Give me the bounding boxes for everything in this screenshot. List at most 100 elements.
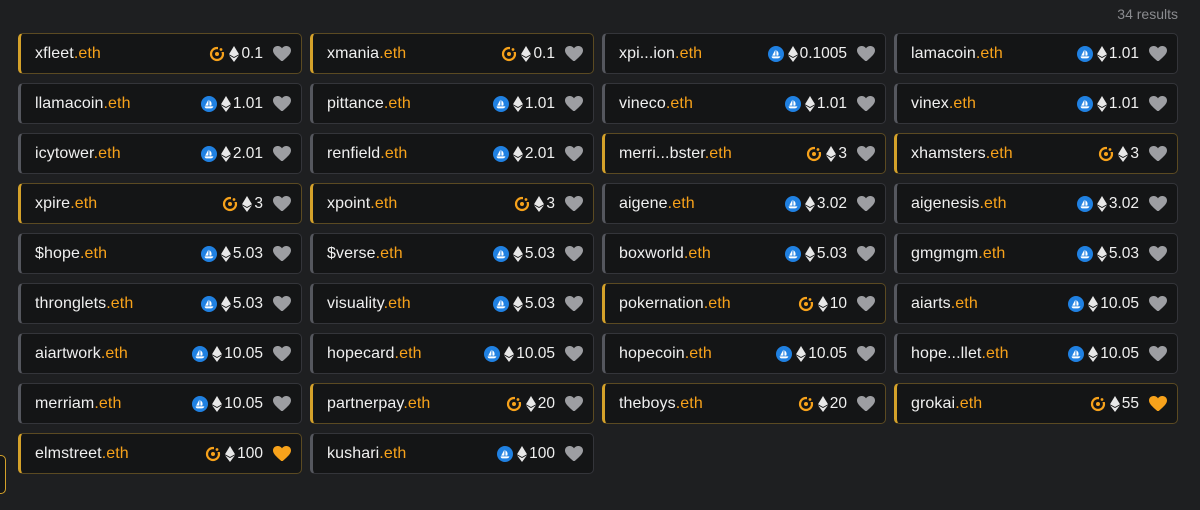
domain-name[interactable]: merriam.eth	[35, 395, 192, 413]
domain-name[interactable]: icytower.eth	[35, 145, 201, 163]
favorite-heart-icon[interactable]	[1149, 45, 1167, 62]
favorite-heart-icon[interactable]	[1149, 195, 1167, 212]
listing-card[interactable]: hope...llet.eth 10.05	[894, 333, 1178, 374]
listing-card[interactable]: $hope.eth 5.03	[18, 233, 302, 274]
listing-card[interactable]: aiartwork.eth 10.05	[18, 333, 302, 374]
domain-name[interactable]: xpire.eth	[35, 195, 222, 213]
favorite-heart-icon[interactable]	[857, 395, 875, 412]
favorite-heart-icon[interactable]	[857, 295, 875, 312]
favorite-heart-icon[interactable]	[273, 345, 291, 362]
favorite-heart-icon[interactable]	[565, 45, 583, 62]
favorite-heart-icon[interactable]	[857, 195, 875, 212]
domain-name[interactable]: renfield.eth	[327, 145, 493, 163]
listing-card[interactable]: pokernation.eth 10	[602, 283, 886, 324]
listing-card[interactable]: merriam.eth 10.05	[18, 383, 302, 424]
favorite-heart-icon[interactable]	[1149, 345, 1167, 362]
favorite-heart-icon[interactable]	[1149, 95, 1167, 112]
domain-name[interactable]: $verse.eth	[327, 245, 493, 263]
favorite-heart-icon[interactable]	[1149, 295, 1167, 312]
domain-name[interactable]: gmgmgm.eth	[911, 245, 1077, 263]
listing-card[interactable]: boxworld.eth 5.03	[602, 233, 886, 274]
domain-name[interactable]: hope...llet.eth	[911, 345, 1068, 363]
listing-card[interactable]: xfleet.eth 0.1	[18, 33, 302, 74]
listing-card[interactable]: aigenesis.eth 3.02	[894, 183, 1178, 224]
listing-card[interactable]: aiarts.eth 10.05	[894, 283, 1178, 324]
favorite-heart-icon[interactable]	[857, 145, 875, 162]
favorite-heart-icon[interactable]	[273, 245, 291, 262]
listing-card[interactable]: elmstreet.eth 100	[18, 433, 302, 474]
listing-card[interactable]: theboys.eth 20	[602, 383, 886, 424]
side-panel-toggle[interactable]	[0, 455, 6, 494]
favorite-heart-icon[interactable]	[1149, 245, 1167, 262]
domain-name[interactable]: hopecoin.eth	[619, 345, 776, 363]
domain-name[interactable]: visuality.eth	[327, 295, 493, 313]
domain-name[interactable]: $hope.eth	[35, 245, 201, 263]
domain-name[interactable]: merri...bster.eth	[619, 145, 806, 163]
favorite-heart-icon[interactable]	[857, 95, 875, 112]
domain-name[interactable]: lamacoin.eth	[911, 45, 1077, 63]
domain-name[interactable]: aiartwork.eth	[35, 345, 192, 363]
listing-card[interactable]: xhamsters.eth 3	[894, 133, 1178, 174]
domain-name[interactable]: hopecard.eth	[327, 345, 484, 363]
favorite-heart-icon[interactable]	[565, 95, 583, 112]
favorite-heart-icon[interactable]	[273, 445, 291, 462]
domain-name[interactable]: elmstreet.eth	[35, 445, 205, 463]
favorite-heart-icon[interactable]	[857, 45, 875, 62]
favorite-heart-icon[interactable]	[565, 145, 583, 162]
favorite-heart-icon[interactable]	[273, 295, 291, 312]
domain-name[interactable]: pittance.eth	[327, 95, 493, 113]
domain-name[interactable]: xfleet.eth	[35, 45, 209, 63]
listing-card[interactable]: merri...bster.eth 3	[602, 133, 886, 174]
listing-card[interactable]: llamacoin.eth 1.01	[18, 83, 302, 124]
listing-card[interactable]: visuality.eth 5.03	[310, 283, 594, 324]
domain-name[interactable]: vinex.eth	[911, 95, 1077, 113]
domain-name[interactable]: boxworld.eth	[619, 245, 785, 263]
listing-card[interactable]: xpoint.eth 3	[310, 183, 594, 224]
listing-card[interactable]: icytower.eth 2.01	[18, 133, 302, 174]
listing-card[interactable]: kushari.eth 100	[310, 433, 594, 474]
favorite-heart-icon[interactable]	[1149, 395, 1167, 412]
domain-name[interactable]: thronglets.eth	[35, 295, 201, 313]
domain-name[interactable]: llamacoin.eth	[35, 95, 201, 113]
listing-card[interactable]: aigene.eth 3.02	[602, 183, 886, 224]
listing-card[interactable]: grokai.eth 55	[894, 383, 1178, 424]
listing-card[interactable]: renfield.eth 2.01	[310, 133, 594, 174]
listing-card[interactable]: pittance.eth 1.01	[310, 83, 594, 124]
favorite-heart-icon[interactable]	[565, 445, 583, 462]
favorite-heart-icon[interactable]	[565, 245, 583, 262]
listing-card[interactable]: xmania.eth 0.1	[310, 33, 594, 74]
favorite-heart-icon[interactable]	[273, 395, 291, 412]
listing-card[interactable]: vinex.eth 1.01	[894, 83, 1178, 124]
favorite-heart-icon[interactable]	[857, 345, 875, 362]
listing-card[interactable]: hopecard.eth 10.05	[310, 333, 594, 374]
favorite-heart-icon[interactable]	[273, 45, 291, 62]
listing-card[interactable]: xpire.eth 3	[18, 183, 302, 224]
listing-card[interactable]: thronglets.eth 5.03	[18, 283, 302, 324]
domain-name[interactable]: theboys.eth	[619, 395, 798, 413]
listing-card[interactable]: lamacoin.eth 1.01	[894, 33, 1178, 74]
favorite-heart-icon[interactable]	[273, 195, 291, 212]
listing-card[interactable]: vineco.eth 1.01	[602, 83, 886, 124]
listing-card[interactable]: partnerpay.eth 20	[310, 383, 594, 424]
domain-name[interactable]: aiarts.eth	[911, 295, 1068, 313]
domain-name[interactable]: aigene.eth	[619, 195, 785, 213]
listing-card[interactable]: hopecoin.eth 10.05	[602, 333, 886, 374]
domain-name[interactable]: kushari.eth	[327, 445, 497, 463]
domain-name[interactable]: xhamsters.eth	[911, 145, 1098, 163]
favorite-heart-icon[interactable]	[273, 145, 291, 162]
favorite-heart-icon[interactable]	[857, 245, 875, 262]
domain-name[interactable]: pokernation.eth	[619, 295, 798, 313]
domain-name[interactable]: xmania.eth	[327, 45, 501, 63]
domain-name[interactable]: grokai.eth	[911, 395, 1090, 413]
domain-name[interactable]: vineco.eth	[619, 95, 785, 113]
favorite-heart-icon[interactable]	[565, 195, 583, 212]
favorite-heart-icon[interactable]	[565, 295, 583, 312]
favorite-heart-icon[interactable]	[273, 95, 291, 112]
domain-name[interactable]: xpoint.eth	[327, 195, 514, 213]
favorite-heart-icon[interactable]	[1149, 145, 1167, 162]
domain-name[interactable]: partnerpay.eth	[327, 395, 506, 413]
listing-card[interactable]: xpi...ion.eth 0.1005	[602, 33, 886, 74]
domain-name[interactable]: xpi...ion.eth	[619, 45, 768, 63]
listing-card[interactable]: gmgmgm.eth 5.03	[894, 233, 1178, 274]
favorite-heart-icon[interactable]	[565, 395, 583, 412]
